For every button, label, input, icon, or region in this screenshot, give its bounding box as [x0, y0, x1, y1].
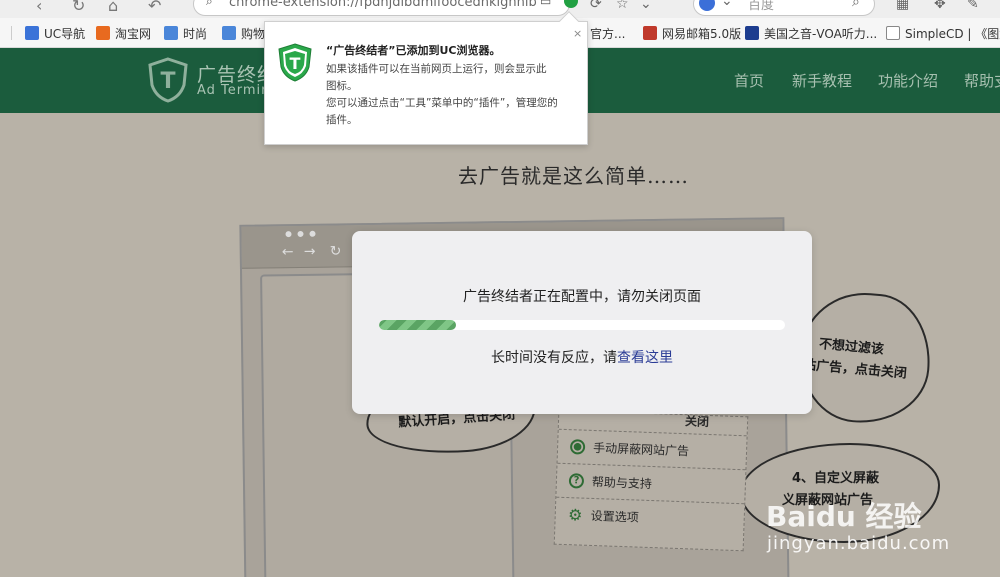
nav-tutorial[interactable]: 新手教程 — [792, 70, 852, 91]
svg-text:T: T — [290, 54, 301, 73]
star-icon[interactable]: ☆ — [616, 0, 629, 12]
progress-fill — [379, 320, 457, 330]
chevron-down-icon[interactable]: ⌄ — [721, 0, 733, 9]
sketch-dot — [309, 230, 316, 237]
tools-icon[interactable]: ✎ — [967, 0, 979, 12]
sketch-dot — [285, 231, 292, 238]
dialog-message: 广告终结者正在配置中，请勿关闭页面 — [463, 289, 701, 305]
voa-icon — [745, 26, 759, 40]
extension-added-popup: T “广告终结者”已添加到UC浏览器。 如果该插件可以在当前网页上运行，则会显示… — [264, 11, 588, 145]
bookmark-folder-shopping[interactable]: 购物 — [222, 25, 265, 41]
refresh-icon[interactable]: ↻ — [72, 0, 85, 16]
search-box[interactable]: ⌄ 百度 ⌕ — [693, 0, 875, 16]
svg-text:T: T — [160, 69, 175, 94]
address-bar[interactable]: ⌕ chrome-extension://fpdnjdlbdmifoocedhk… — [193, 0, 570, 16]
callout-text: 站广告，点击关闭 — [802, 357, 908, 382]
uc-nav-icon — [25, 26, 39, 40]
dialog-help-text: 长时间没有反应，请 — [491, 350, 617, 366]
shield-logo-icon: T — [148, 57, 188, 103]
browser-toolbar: ‹ ↻ ⌂ ↶ ⌕ chrome-extension://fpdnjdlbdmi… — [0, 0, 1000, 18]
cart-icon[interactable]: ▦ — [896, 0, 909, 12]
bookmark-folder-fashion[interactable]: 时尚 — [164, 25, 207, 41]
address-text: chrome-extension://fpdnjdlbdmifoocedhkig… — [229, 0, 537, 10]
eye-icon: ● — [569, 439, 586, 455]
bookmark-official[interactable]: 官方... — [590, 25, 625, 41]
bookmark-voa[interactable]: 美国之音-VOA听力... — [745, 25, 877, 41]
bookmark-divider — [11, 26, 12, 40]
search-icon[interactable]: ⌕ — [852, 0, 860, 10]
sync-icon[interactable]: ⟳ — [590, 0, 602, 12]
page-icon: ⌕ — [206, 0, 213, 8]
nav-home[interactable]: 首页 — [734, 70, 764, 91]
bookmark-taobao[interactable]: 淘宝网 — [96, 25, 151, 41]
popup-title: “广告终结者”已添加到UC浏览器。 — [326, 44, 501, 57]
nav-help[interactable]: 帮助支 — [964, 70, 1000, 91]
folder-icon — [222, 26, 236, 40]
extension-menu-illustration: 关闭 ● 手动屏蔽网站广告 ? 帮助与支持 ⚙ 设置选项 — [553, 409, 749, 552]
page-title: 去广告就是这么简单…… — [458, 164, 689, 188]
sketch-back-icon: ← — [281, 244, 294, 261]
document-icon — [886, 26, 900, 40]
callout-cloud-right: 不想过滤该 站广告，点击关闭 — [794, 287, 936, 429]
back-icon[interactable]: ‹ — [36, 0, 42, 16]
popup-text-line: 插件。 — [326, 114, 358, 126]
ad-terminator-shield-icon: T — [278, 43, 312, 82]
search-input[interactable]: 百度 — [748, 0, 774, 13]
taobao-icon — [96, 26, 110, 40]
folder-icon — [164, 26, 178, 40]
close-icon[interactable]: × — [573, 27, 582, 40]
baidu-watermark-url: jingyan.baidu.com — [767, 533, 951, 554]
netease-icon — [643, 26, 657, 40]
baidu-watermark-logo: Baidu 经验 — [766, 500, 922, 533]
question-icon: ? — [568, 473, 585, 489]
dialog-help: 长时间没有反应，请查看这里 — [352, 347, 812, 367]
bookmark-163-mail[interactable]: 网易邮箱5.0版 — [643, 25, 741, 41]
sketch-forward-icon: → — [303, 243, 316, 260]
callout-text: 不想过滤该 — [818, 336, 885, 358]
popup-text-line: 您可以通过点击“工具”菜单中的“插件”，管理您的 — [326, 97, 558, 109]
view-here-link[interactable]: 查看这里 — [617, 350, 673, 366]
home-icon[interactable]: ⌂ — [108, 0, 118, 16]
bookmark-simplecd[interactable]: SimpleCD | 《图解 — [886, 25, 1000, 41]
menu-item-settings: ⚙ 设置选项 — [555, 496, 745, 538]
puzzle-icon[interactable]: ✥ — [934, 0, 946, 12]
progress-bar — [379, 320, 785, 330]
ad-terminator-extension-icon[interactable] — [564, 0, 578, 8]
popup-text-line: 图标。 — [326, 80, 358, 92]
bookmark-uc-nav[interactable]: UC导航 — [25, 25, 85, 41]
reader-icon[interactable]: ▭ — [540, 0, 551, 8]
search-engine-icon[interactable] — [699, 0, 715, 11]
callout-text: 4、自定义屏蔽 — [792, 471, 880, 486]
undo-icon[interactable]: ↶ — [148, 0, 161, 16]
sketch-refresh-icon: ↻ — [329, 243, 342, 260]
config-dialog: 广告终结者正在配置中，请勿关闭页面 长时间没有反应，请查看这里 — [352, 231, 812, 414]
logo-text-en: Ad Termin — [197, 83, 271, 98]
gear-icon: ⚙ — [567, 505, 583, 525]
popup-text-line: 如果该插件可以在当前网页上运行，则会显示此 — [326, 63, 547, 75]
sketch-dot — [297, 230, 304, 238]
menu-top-label: 关闭 — [684, 414, 710, 429]
nav-features[interactable]: 功能介绍 — [878, 70, 938, 91]
menu-chevron-icon[interactable]: ⌄ — [640, 0, 652, 12]
